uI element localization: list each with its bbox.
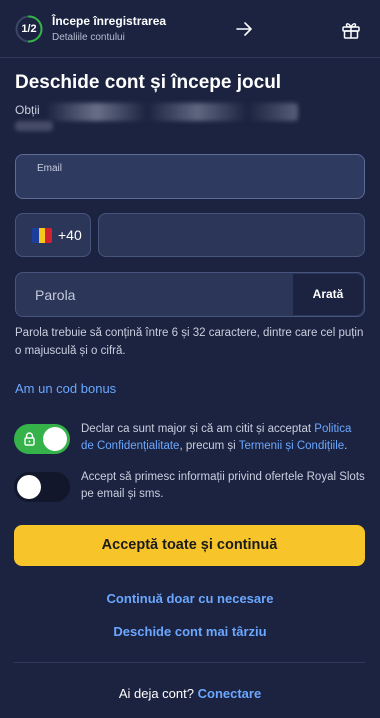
romania-flag-icon	[32, 228, 52, 243]
lock-icon	[24, 432, 35, 446]
login-prompt-text: Ai deja cont?	[118, 686, 194, 701]
toggle-knob	[17, 475, 41, 499]
accept-all-continue-button[interactable]: Acceptă toate și continuă	[14, 525, 365, 566]
password-field[interactable]: Parola Arată	[15, 272, 365, 317]
terms-text-after: .	[344, 440, 348, 452]
bonus-code-link[interactable]: Am un cod bonus	[15, 381, 116, 396]
footer-divider	[14, 662, 365, 663]
login-prompt-row: Ai deja cont? Conectare	[0, 686, 380, 701]
phone-number-input[interactable]	[98, 213, 365, 257]
terms-consent-text: Declar ca sunt major și că am citit și a…	[81, 421, 366, 455]
password-hint: Parola trebuie să conțină între 6 și 32 …	[15, 327, 364, 357]
terms-text-before: Declar ca sunt major și că am citit și a…	[81, 423, 315, 435]
show-password-button[interactable]: Arată	[293, 274, 363, 315]
terms-consent-toggle[interactable]	[14, 424, 70, 454]
phone-prefix-code: +40	[58, 227, 82, 243]
blurred-subtitle-text	[46, 103, 298, 121]
toggle-knob	[43, 427, 67, 451]
terms-conditions-link[interactable]: Termenii și Condițiile	[239, 440, 344, 452]
step-counter: 1/2	[21, 23, 37, 35]
continue-essential-only-link[interactable]: Continuă doar cu necesare	[0, 591, 380, 606]
open-account-later-link[interactable]: Deschide cont mai târziu	[0, 624, 380, 639]
email-label: Email	[37, 163, 63, 174]
arrow-right-icon[interactable]	[236, 22, 253, 36]
phone-prefix-selector[interactable]: +40	[15, 213, 91, 257]
step-title: Începe înregistrarea	[52, 14, 167, 28]
terms-text-middle: , precum și	[179, 440, 239, 452]
marketing-consent-toggle[interactable]	[14, 472, 70, 502]
gift-icon[interactable]	[341, 20, 361, 40]
step-subtitle: Detaliile contului	[52, 32, 125, 43]
email-field[interactable]: Email	[15, 154, 365, 199]
login-link[interactable]: Conectare	[198, 686, 262, 701]
page-title: Deschide cont și începe jocul	[15, 72, 282, 93]
password-placeholder: Parola	[35, 287, 76, 303]
step-progress-indicator: 1/2	[15, 15, 43, 43]
marketing-consent-text: Accept să primesc informații privind ofe…	[81, 471, 365, 500]
registration-header: 1/2 Începe înregistrarea Detaliile contu…	[0, 0, 380, 58]
blurred-subtitle-text-line2	[15, 121, 53, 131]
